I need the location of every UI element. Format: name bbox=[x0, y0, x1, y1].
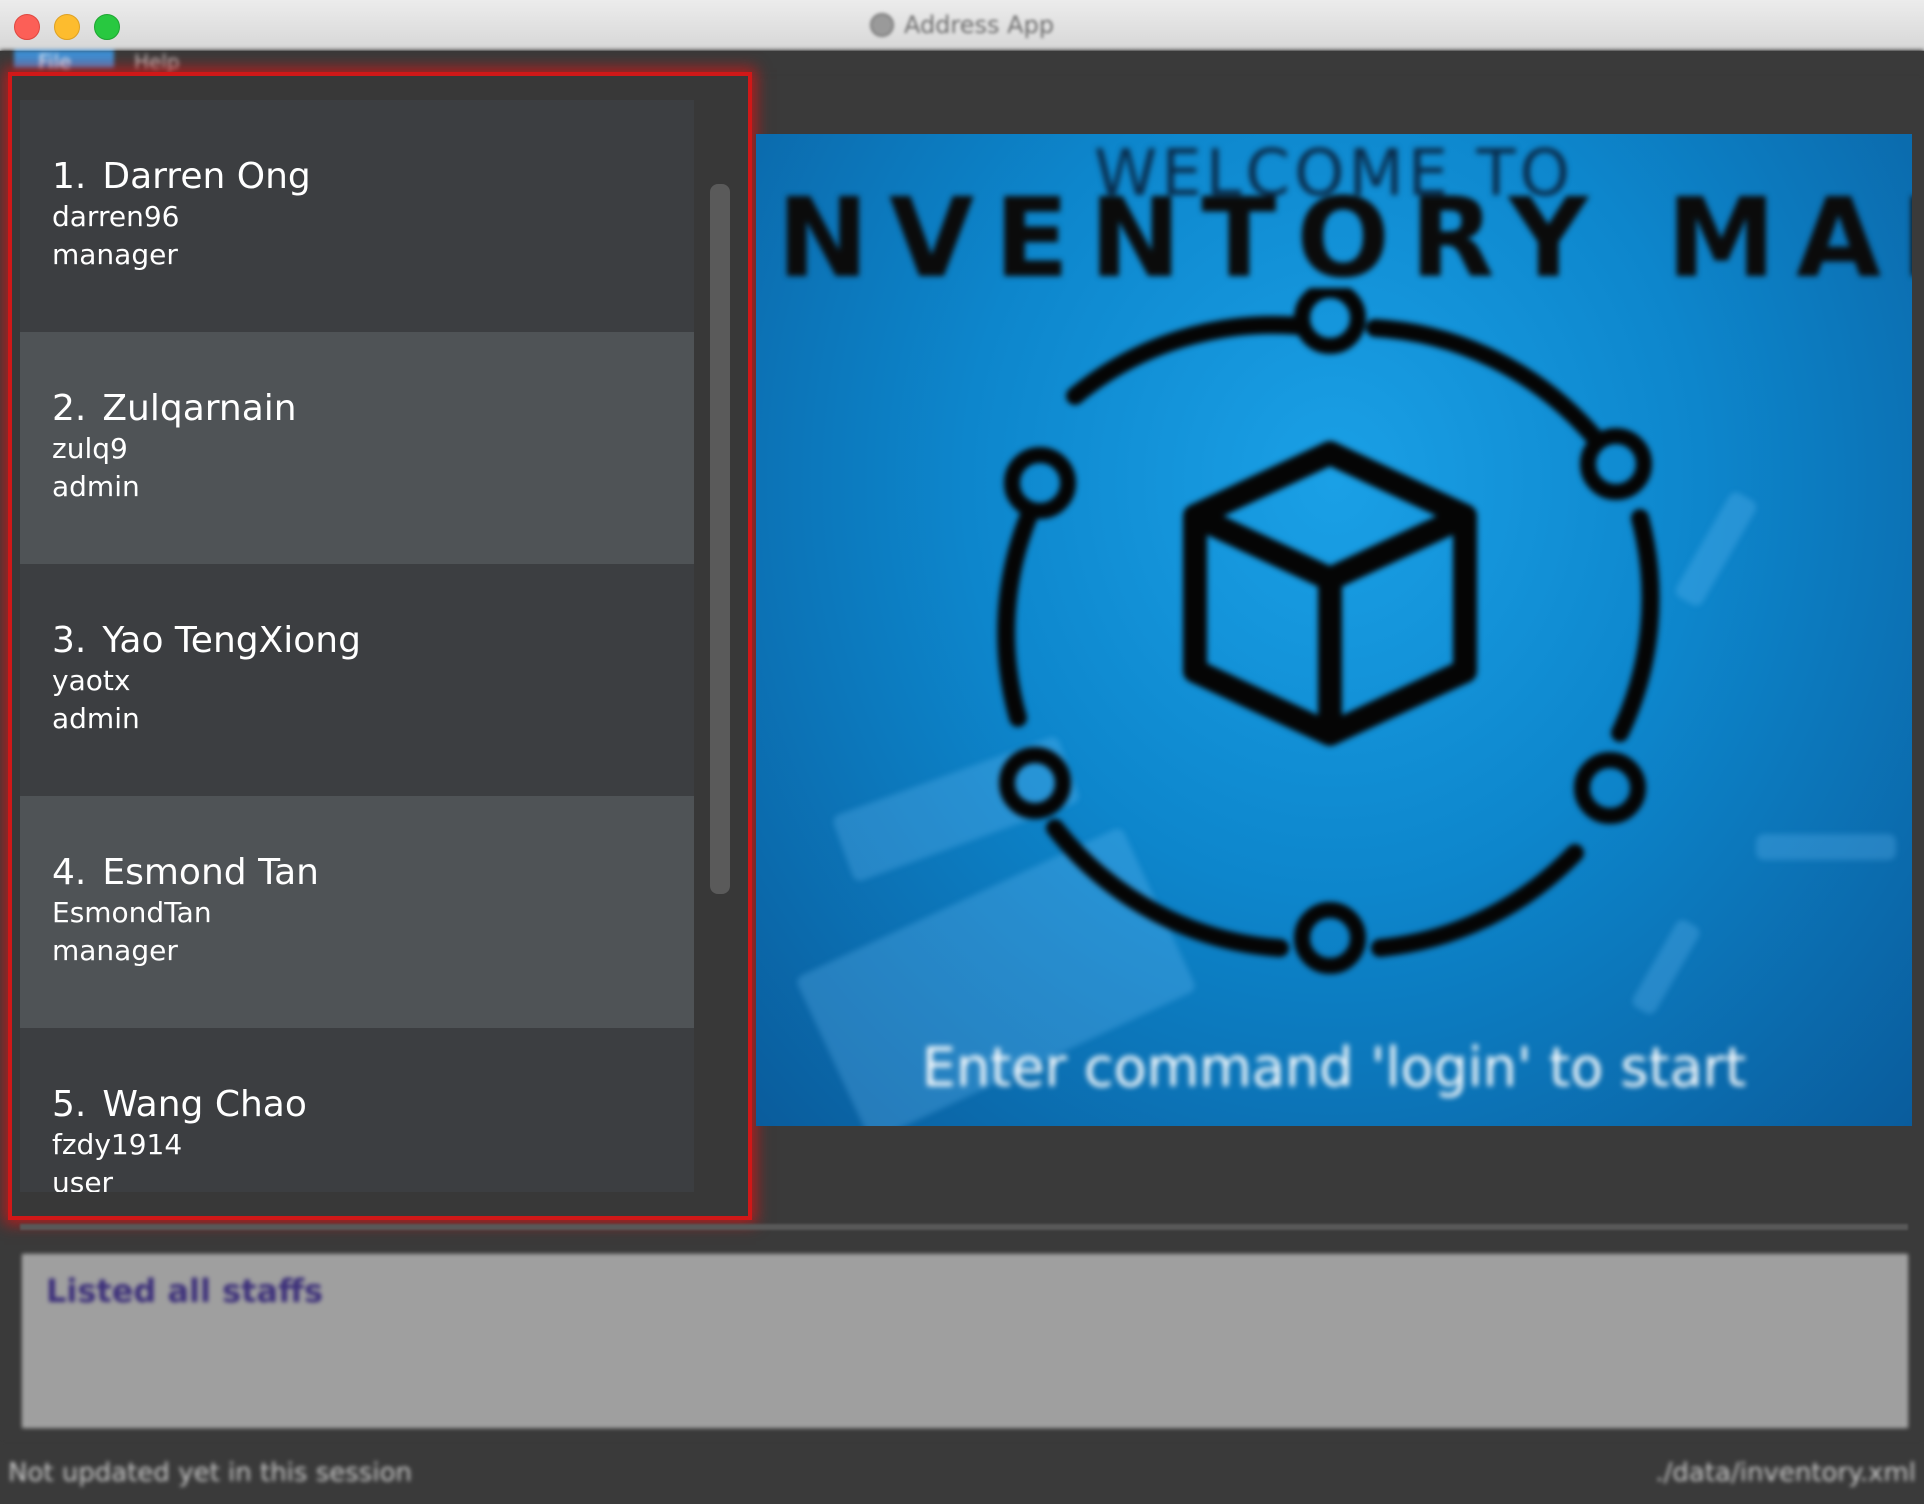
result-message: Listed all staffs bbox=[46, 1272, 324, 1310]
staff-username: yaotx bbox=[52, 664, 131, 697]
staff-name: Zulqarnain bbox=[102, 388, 297, 429]
welcome-title: INVENTORY MANAGER bbox=[756, 174, 1912, 302]
staff-list-panel: 1. Darren Ong darren96 manager 2. Zulqarna… bbox=[8, 72, 752, 1220]
staff-card[interactable]: 2. Zulqarnain zulq9 admin bbox=[20, 332, 694, 564]
staff-card[interactable]: 5. Wang Chao fzdy1914 user bbox=[20, 1028, 694, 1192]
save-location: ./data/inventory.xml bbox=[1655, 1458, 1916, 1488]
menu-file[interactable]: File bbox=[14, 50, 114, 74]
staff-card[interactable]: 1. Darren Ong darren96 manager bbox=[20, 100, 694, 332]
staff-username: zulq9 bbox=[52, 432, 128, 465]
menu-bar: File Help bbox=[0, 50, 1924, 74]
staff-role: admin bbox=[52, 470, 140, 503]
status-bar: Not updated yet in this session ./data/i… bbox=[0, 1444, 1924, 1504]
list-scrollbar[interactable] bbox=[710, 184, 730, 894]
welcome-banner: WELCOME TO INVENTORY MANAGER bbox=[756, 134, 1912, 1126]
staff-name: Yao TengXiong bbox=[102, 620, 361, 661]
staff-role: manager bbox=[52, 238, 178, 271]
staff-list[interactable]: 1. Darren Ong darren96 manager 2. Zulqarna… bbox=[20, 100, 702, 1192]
window-title: Address App bbox=[903, 11, 1055, 39]
staff-name-line: 3. Yao TengXiong bbox=[52, 620, 694, 662]
welcome-banner-content: WELCOME TO INVENTORY MANAGER bbox=[756, 134, 1912, 1126]
app-icon bbox=[869, 13, 894, 37]
app-window: Address App File Help 1. Darren Ong darre… bbox=[0, 0, 1924, 1504]
staff-index: 4. bbox=[52, 852, 87, 893]
staff-username: fzdy1914 bbox=[52, 1128, 183, 1161]
staff-index: 1. bbox=[52, 156, 87, 197]
staff-name: Wang Chao bbox=[102, 1084, 307, 1125]
background-streak bbox=[1756, 834, 1896, 860]
staff-role: user bbox=[52, 1166, 114, 1192]
staff-name: Esmond Tan bbox=[102, 852, 319, 893]
staff-username: EsmondTan bbox=[52, 896, 212, 929]
title-bar: Address App bbox=[0, 0, 1924, 51]
background-streak bbox=[1673, 489, 1759, 609]
window-title-group: Address App bbox=[0, 0, 1924, 50]
staff-role: manager bbox=[52, 934, 178, 967]
result-display: Listed all staffs bbox=[22, 1254, 1908, 1428]
staff-role: admin bbox=[52, 702, 140, 735]
staff-index: 3. bbox=[52, 620, 87, 661]
staff-name-line: 1. Darren Ong bbox=[52, 156, 694, 198]
staff-name-line: 4. Esmond Tan bbox=[52, 852, 694, 894]
menu-help[interactable]: Help bbox=[134, 50, 180, 74]
staff-index: 5. bbox=[52, 1084, 87, 1125]
welcome-cta: Enter command 'login' to start bbox=[921, 1036, 1747, 1099]
inventory-cube-icon bbox=[997, 288, 1660, 974]
staff-index: 2. bbox=[52, 388, 87, 429]
staff-username: darren96 bbox=[52, 200, 180, 233]
staff-card[interactable]: 4. Esmond Tan EsmondTan manager bbox=[20, 796, 694, 1028]
staff-name-line: 5. Wang Chao bbox=[52, 1084, 694, 1126]
sync-status: Not updated yet in this session bbox=[8, 1458, 412, 1488]
staff-name-line: 2. Zulqarnain bbox=[52, 388, 694, 430]
staff-card[interactable]: 3. Yao TengXiong yaotx admin bbox=[20, 564, 694, 796]
command-box-divider bbox=[20, 1224, 1908, 1230]
staff-name: Darren Ong bbox=[102, 156, 311, 197]
